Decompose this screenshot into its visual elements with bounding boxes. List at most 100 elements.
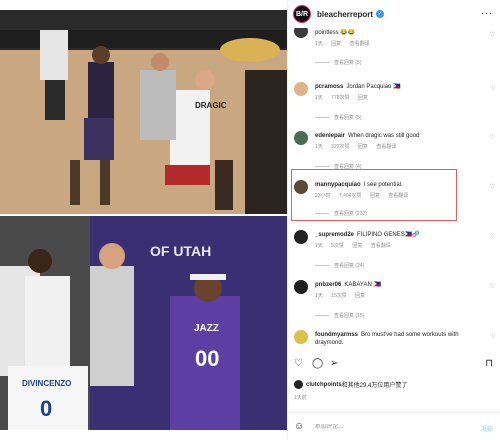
comments-list: pointless 😂😂 1天 回复 查看翻译 查看回复 (5) ♡ pcram… — [288, 28, 500, 350]
comment-translate[interactable]: 查看翻译 — [388, 193, 408, 199]
liked-by-text: 和其他29.4万位用户赞了 — [341, 383, 408, 389]
commenter-avatar[interactable] — [294, 280, 308, 294]
heart-icon[interactable]: ♡ — [294, 358, 303, 369]
commenter-avatar[interactable] — [294, 28, 308, 38]
comment-reply[interactable]: 回复 — [355, 293, 365, 299]
comment-likes[interactable]: 322次赞 — [331, 144, 349, 150]
comment-body: pnbzer06 KABAYAN 🇵🇭 — [315, 281, 483, 289]
comment-text: pointless 😂😂 — [315, 30, 356, 36]
comment-meta: 1天 15次赞 回复 — [315, 292, 372, 299]
comment-text: KABAYAN 🇵🇭 — [344, 282, 381, 288]
verified-badge-icon: ✓ — [376, 10, 385, 18]
comment-meta: 1天 回复 查看翻译 — [315, 40, 377, 47]
post-actions: ♡ ◯ ➢ ⊓ — [288, 358, 500, 374]
court-text: OF UTAH — [150, 243, 211, 259]
comment-input[interactable] — [314, 423, 455, 430]
comment-text: Jordan Pacquiao 🇵🇭 — [346, 84, 401, 90]
comment-body: pointless 😂😂 — [315, 29, 483, 37]
view-replies-label: 查看回复 (24) — [334, 263, 365, 269]
post-header: B/R bleacherreport ✓ ··· — [288, 0, 500, 28]
add-comment-bar: ☺ 发布 — [288, 412, 500, 440]
comment-translate[interactable]: 查看翻译 — [371, 243, 391, 249]
heart-icon[interactable]: ♡ — [490, 283, 495, 290]
commenter-avatar[interactable] — [294, 230, 308, 244]
photo-bottom-warriors-jazz: OF UTAH DIVINCENZO 0 JAZZ 00 — [0, 216, 287, 430]
comment-body: pcramoss Jordan Pacquiao 🇵🇭 — [315, 83, 483, 91]
comment-username[interactable]: edenlepair — [315, 133, 345, 139]
comment-username[interactable]: mannypacquiao — [315, 182, 361, 188]
jersey-right-number: 00 — [195, 346, 219, 371]
jersey-left-number: 0 — [40, 396, 52, 421]
jersey-right-team: JAZZ — [194, 323, 219, 334]
comment-body: edenlepair When dragic was still good — [315, 132, 483, 140]
commenter-avatar[interactable] — [294, 131, 308, 145]
comment-meta: 23小时 7,404次赞 回复 查看翻译 — [315, 192, 415, 199]
author-avatar[interactable]: B/R — [293, 5, 311, 23]
comment-time: 1天 — [315, 41, 323, 47]
comment-body: foundmyarmss Bro must've had some workout… — [315, 331, 483, 347]
post-sidebar: B/R bleacherreport ✓ ··· pointless 😂😂 1天… — [287, 0, 500, 440]
comment-username[interactable]: pnbzer06 — [315, 282, 341, 288]
comment-icon[interactable]: ◯ — [312, 358, 323, 369]
photo-top-lakers-heat: DRAGIC — [0, 10, 287, 214]
heart-icon[interactable]: ♡ — [490, 333, 495, 340]
comment-body: _supremod2e FILIPINO GENES🇵🇭🧬 — [315, 231, 483, 239]
comment-reply[interactable]: 回复 — [352, 243, 362, 249]
comment-meta: 1天 322次赞 回复 查看翻译 — [315, 143, 403, 150]
post-button[interactable]: 发布 — [481, 424, 493, 433]
view-replies-label: 查看回复 (232) — [334, 211, 368, 217]
comment-time: 1天 — [315, 144, 323, 150]
liked-by-avatar — [294, 380, 303, 389]
heart-icon[interactable]: ♡ — [490, 134, 495, 141]
commenter-avatar[interactable] — [294, 180, 308, 194]
smile-icon[interactable]: ☺ — [294, 421, 304, 432]
comment-text: I see potential. — [363, 182, 403, 188]
view-replies[interactable]: 查看回复 (232) — [315, 210, 367, 217]
comment-username[interactable]: foundmyarmss — [315, 332, 358, 338]
comment-likes[interactable]: 7,404次赞 — [339, 193, 362, 199]
comment-reply[interactable]: 回复 — [358, 95, 368, 101]
comment-translate[interactable]: 查看翻译 — [376, 144, 396, 150]
comment-reply[interactable]: 回复 — [331, 41, 341, 47]
liked-by-user[interactable]: clutchpoints — [306, 382, 342, 388]
jersey-left-name: DIVINCENZO — [22, 379, 71, 388]
comment-time: 1天 — [315, 243, 323, 249]
top-jersey-text: DRAGIC — [195, 101, 227, 110]
view-replies-label: 查看回复 (5) — [334, 60, 362, 66]
comment-reply[interactable]: 回复 — [370, 193, 380, 199]
comment-meta: 1天 778次赞 回复 — [315, 94, 375, 101]
heart-icon[interactable]: ♡ — [490, 233, 495, 240]
liked-by[interactable]: clutchpoints 和其他29.4万位用户赞了 — [294, 380, 407, 389]
commenter-avatar[interactable] — [294, 330, 308, 344]
view-replies-label: 查看回复 (15) — [334, 313, 365, 319]
comment-likes[interactable]: 15次赞 — [331, 293, 347, 299]
heart-icon[interactable]: ♡ — [490, 31, 495, 38]
comment-translate[interactable]: 查看翻译 — [350, 41, 370, 47]
comment-username[interactable]: pcramoss — [315, 84, 343, 90]
view-replies[interactable]: 查看回复 (24) — [315, 262, 364, 269]
more-options-icon[interactable]: ··· — [481, 8, 493, 18]
share-icon[interactable]: ➢ — [330, 358, 338, 369]
author-username[interactable]: bleacherreport — [317, 10, 373, 19]
comment-time: 1天 — [315, 293, 323, 299]
post-media[interactable]: DRAGIC OF UTAH DIVINCENZO 0 JAZZ 00 — [0, 0, 287, 440]
comment-likes[interactable]: 778次赞 — [331, 95, 349, 101]
comment-text: When dragic was still good — [348, 133, 420, 139]
view-replies[interactable]: 查看回复 (15) — [315, 312, 364, 319]
comment-body: mannypacquiao I see potential. — [315, 181, 483, 189]
commenter-avatar[interactable] — [294, 82, 308, 96]
comment-username[interactable]: _supremod2e — [315, 232, 354, 238]
comment-time: 1天 — [315, 95, 323, 101]
view-replies-label: 查看回复 (5) — [334, 115, 362, 121]
bookmark-icon[interactable]: ⊓ — [485, 358, 493, 369]
comment-meta: 1天 5次赞 回复 查看翻译 — [315, 242, 398, 249]
comment-time: 23小时 — [315, 193, 331, 199]
post-date: 1天前 — [294, 395, 307, 401]
comment-reply[interactable]: 回复 — [358, 144, 368, 150]
view-replies[interactable]: 查看回复 (5) — [315, 114, 362, 121]
view-replies[interactable]: 查看回复 (5) — [315, 59, 362, 66]
heart-icon[interactable]: ♡ — [490, 85, 495, 92]
comment-text: FILIPINO GENES🇵🇭🧬 — [357, 232, 420, 238]
comment-likes[interactable]: 5次赞 — [331, 243, 344, 249]
heart-icon[interactable]: ♡ — [490, 183, 495, 190]
